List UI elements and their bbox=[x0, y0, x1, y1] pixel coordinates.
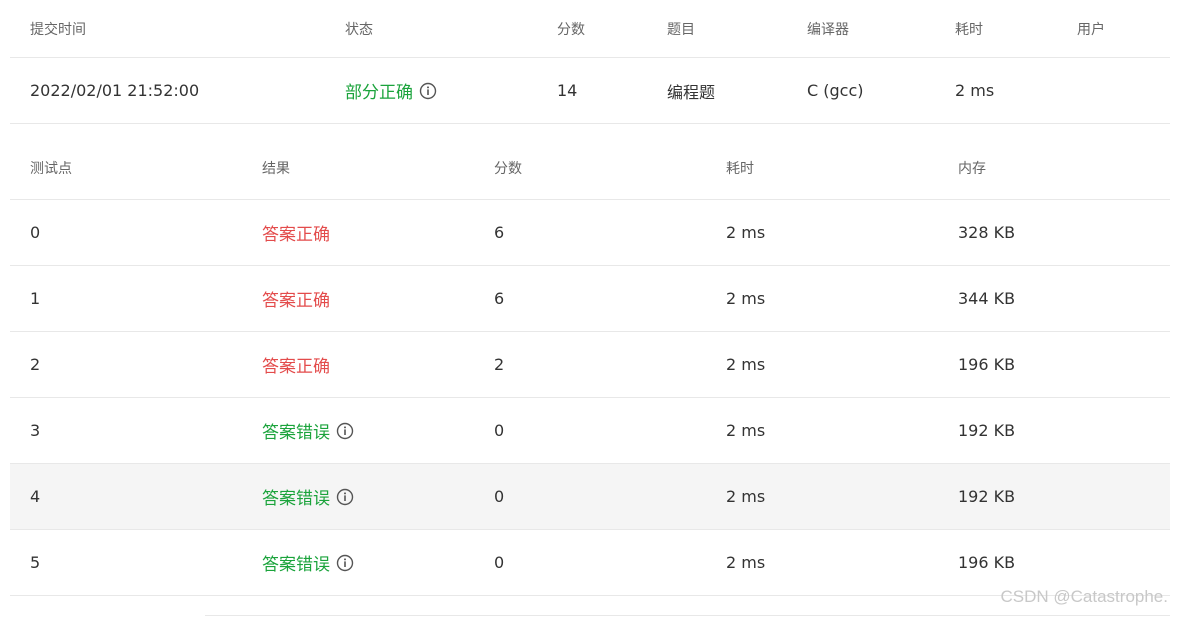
testcase-header-row: 测试点 结果 分数 耗时 内存 bbox=[10, 137, 1170, 200]
header-status: 状态 bbox=[345, 21, 373, 38]
submission-header-row: 提交时间 状态 分数 题目 编译器 耗时 用户 bbox=[10, 0, 1170, 58]
submission-status: 部分正确 bbox=[345, 58, 437, 123]
testcase-time: 2 ms bbox=[726, 223, 766, 242]
divider bbox=[205, 615, 1170, 616]
info-circle-icon[interactable] bbox=[336, 488, 354, 506]
result-cell: 答案正确 bbox=[262, 332, 330, 397]
header-time: 耗时 bbox=[726, 161, 754, 177]
header-problem: 题目 bbox=[667, 21, 695, 38]
testcase-score: 0 bbox=[494, 553, 505, 572]
submit-time: 2022/02/01 21:52:00 bbox=[30, 81, 200, 100]
testcase-id: 2 bbox=[30, 355, 41, 374]
info-circle-icon[interactable] bbox=[419, 82, 437, 100]
testcase-id: 4 bbox=[30, 487, 41, 506]
header-duration: 耗时 bbox=[955, 21, 983, 38]
table-row: 1 答案正确 6 2 ms 344 KB bbox=[10, 266, 1170, 332]
header-compiler: 编译器 bbox=[807, 21, 849, 38]
testcase-score: 6 bbox=[494, 223, 505, 242]
header-testcase: 测试点 bbox=[30, 161, 72, 177]
table-row: 0 答案正确 6 2 ms 328 KB bbox=[10, 200, 1170, 266]
testcase-memory: 192 KB bbox=[958, 421, 1016, 440]
testcase-time: 2 ms bbox=[726, 487, 766, 506]
testcase-memory: 344 KB bbox=[958, 289, 1016, 308]
testcase-score: 0 bbox=[494, 487, 505, 506]
submission-score: 14 bbox=[557, 81, 578, 100]
duration: 2 ms bbox=[955, 81, 995, 100]
testcase-memory: 196 KB bbox=[958, 553, 1016, 572]
testcase-memory: 196 KB bbox=[958, 355, 1016, 374]
header-user: 用户 bbox=[1077, 21, 1105, 38]
testcase-score: 0 bbox=[494, 421, 505, 440]
result-label: 答案正确 bbox=[262, 225, 330, 245]
info-circle-icon[interactable] bbox=[336, 554, 354, 572]
table-row: 2 答案正确 2 2 ms 196 KB bbox=[10, 332, 1170, 398]
testcase-memory: 328 KB bbox=[958, 223, 1016, 242]
table-row: 3 答案错误 0 2 ms 192 KB bbox=[10, 398, 1170, 464]
header-memory: 内存 bbox=[958, 161, 986, 177]
info-circle-icon[interactable] bbox=[336, 422, 354, 440]
result-cell: 答案错误 bbox=[262, 464, 354, 529]
testcase-id: 0 bbox=[30, 223, 41, 242]
table-row: 5 答案错误 0 2 ms 196 KB bbox=[10, 530, 1170, 596]
testcase-score: 2 bbox=[494, 355, 505, 374]
result-cell: 答案错误 bbox=[262, 530, 354, 595]
testcase-id: 3 bbox=[30, 421, 41, 440]
header-score: 分数 bbox=[557, 21, 585, 38]
header-submit-time: 提交时间 bbox=[30, 21, 86, 38]
testcase-time: 2 ms bbox=[726, 553, 766, 572]
testcase-id: 1 bbox=[30, 289, 41, 308]
result-cell: 答案正确 bbox=[262, 200, 330, 265]
result-label: 答案正确 bbox=[262, 357, 330, 377]
result-label: 答案错误 bbox=[262, 423, 330, 443]
result-cell: 答案错误 bbox=[262, 398, 354, 463]
watermark: CSDN @Catastrophe. bbox=[1000, 587, 1169, 606]
testcase-time: 2 ms bbox=[726, 289, 766, 308]
testcase-time: 2 ms bbox=[726, 421, 766, 440]
testcase-table: 测试点 结果 分数 耗时 内存 0 答案正确 6 2 ms 328 KB 1 答… bbox=[10, 137, 1170, 596]
table-row: 4 答案错误 0 2 ms 192 KB bbox=[10, 464, 1170, 530]
header-result: 结果 bbox=[262, 161, 290, 177]
status-label: 部分正确 bbox=[345, 83, 413, 103]
result-label: 答案错误 bbox=[262, 489, 330, 509]
submission-row: 2022/02/01 21:52:00 部分正确 14 编程题 C (gcc) … bbox=[10, 58, 1170, 124]
testcase-memory: 192 KB bbox=[958, 487, 1016, 506]
result-cell: 答案正确 bbox=[262, 266, 330, 331]
result-label: 答案正确 bbox=[262, 291, 330, 311]
header-score: 分数 bbox=[494, 161, 522, 177]
testcase-score: 6 bbox=[494, 289, 505, 308]
submission-table: 提交时间 状态 分数 题目 编译器 耗时 用户 2022/02/01 21:52… bbox=[10, 0, 1170, 124]
compiler: C (gcc) bbox=[807, 81, 864, 100]
testcase-id: 5 bbox=[30, 553, 41, 572]
result-label: 答案错误 bbox=[262, 555, 330, 575]
testcase-time: 2 ms bbox=[726, 355, 766, 374]
problem-link[interactable]: 编程题 bbox=[667, 58, 715, 123]
